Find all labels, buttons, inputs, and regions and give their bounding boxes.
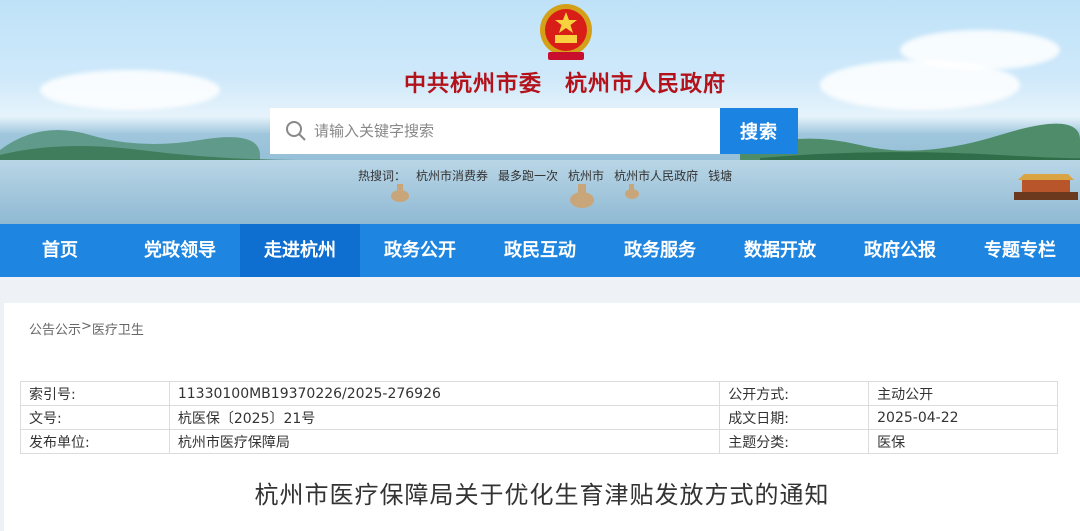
meta-value: 医保 — [868, 429, 1058, 454]
breadcrumb-link[interactable]: 公告公示 — [29, 319, 81, 338]
table-row: 文号: 杭医保〔2025〕21号 成文日期: 2025-04-22 — [20, 405, 1058, 430]
content-panel: 公告公示 > 医疗卫生 索引号: 11330100MB19370226/2025… — [4, 303, 1080, 531]
nav-item-interaction[interactable]: 政民互动 — [480, 224, 600, 277]
table-row: 索引号: 11330100MB19370226/2025-276926 公开方式… — [20, 381, 1058, 406]
hot-keyword-link[interactable]: 最多跑一次 — [498, 167, 558, 184]
main-nav: 首页 党政领导 走进杭州 政务公开 政民互动 政务服务 数据开放 政府公报 专题… — [0, 224, 1080, 277]
nav-item-open-data[interactable]: 数据开放 — [720, 224, 840, 277]
search-button[interactable]: 搜索 — [720, 108, 798, 154]
nav-item-about-hangzhou[interactable]: 走进杭州 — [240, 224, 360, 277]
hot-keyword-link[interactable]: 杭州市 — [568, 167, 604, 184]
nav-item-home[interactable]: 首页 — [0, 224, 120, 277]
table-row: 发布单位: 杭州市医疗保障局 主题分类: 医保 — [20, 429, 1058, 454]
hot-keywords: 热搜词： 杭州市消费券 最多跑一次 杭州市 杭州市人民政府 钱塘 — [358, 167, 732, 184]
meta-value: 杭州市医疗保障局 — [168, 429, 721, 454]
meta-label: 发布单位: — [20, 429, 170, 454]
meta-value: 主动公开 — [868, 381, 1058, 406]
meta-value: 11330100MB19370226/2025-276926 — [168, 381, 721, 406]
meta-value: 2025-04-22 — [868, 405, 1058, 430]
boat-illustration — [1014, 174, 1078, 200]
breadcrumb-separator: > — [81, 319, 92, 334]
hot-keyword-link[interactable]: 钱塘 — [708, 167, 732, 184]
document-title: 杭州市医疗保障局关于优化生育津贴发放方式的通知 — [254, 481, 830, 509]
site-title: 中共杭州市委 杭州市人民政府 — [403, 71, 726, 97]
nav-item-gov-disclosure[interactable]: 政务公开 — [360, 224, 480, 277]
nav-item-leadership[interactable]: 党政领导 — [120, 224, 240, 277]
nav-item-gazette[interactable]: 政府公报 — [840, 224, 960, 277]
breadcrumb-link[interactable]: 医疗卫生 — [92, 319, 144, 338]
search-box[interactable] — [270, 108, 721, 154]
hot-keywords-label: 热搜词： — [358, 169, 407, 183]
header-banner: 中共杭州市委 杭州市人民政府 搜索 热搜词： 杭州市消费券 最多跑一次 杭州市 … — [0, 0, 1080, 224]
meta-label: 成文日期: — [719, 405, 870, 430]
meta-label: 索引号: — [20, 381, 170, 406]
meta-label: 文号: — [20, 405, 170, 430]
document-meta-table: 索引号: 11330100MB19370226/2025-276926 公开方式… — [20, 381, 1058, 454]
nav-item-gov-services[interactable]: 政务服务 — [600, 224, 720, 277]
search-input[interactable] — [314, 116, 694, 146]
hot-keyword-link[interactable]: 杭州市人民政府 — [614, 167, 698, 184]
meta-label: 主题分类: — [719, 429, 870, 454]
national-emblem-icon — [540, 4, 592, 60]
nav-item-special-topics[interactable]: 专题专栏 — [960, 224, 1080, 277]
hot-keyword-link[interactable]: 杭州市消费券 — [416, 167, 488, 184]
meta-value: 杭医保〔2025〕21号 — [168, 405, 721, 430]
meta-label: 公开方式: — [719, 381, 870, 406]
search-icon — [286, 121, 306, 141]
breadcrumb: 公告公示 > 医疗卫生 — [29, 319, 144, 338]
